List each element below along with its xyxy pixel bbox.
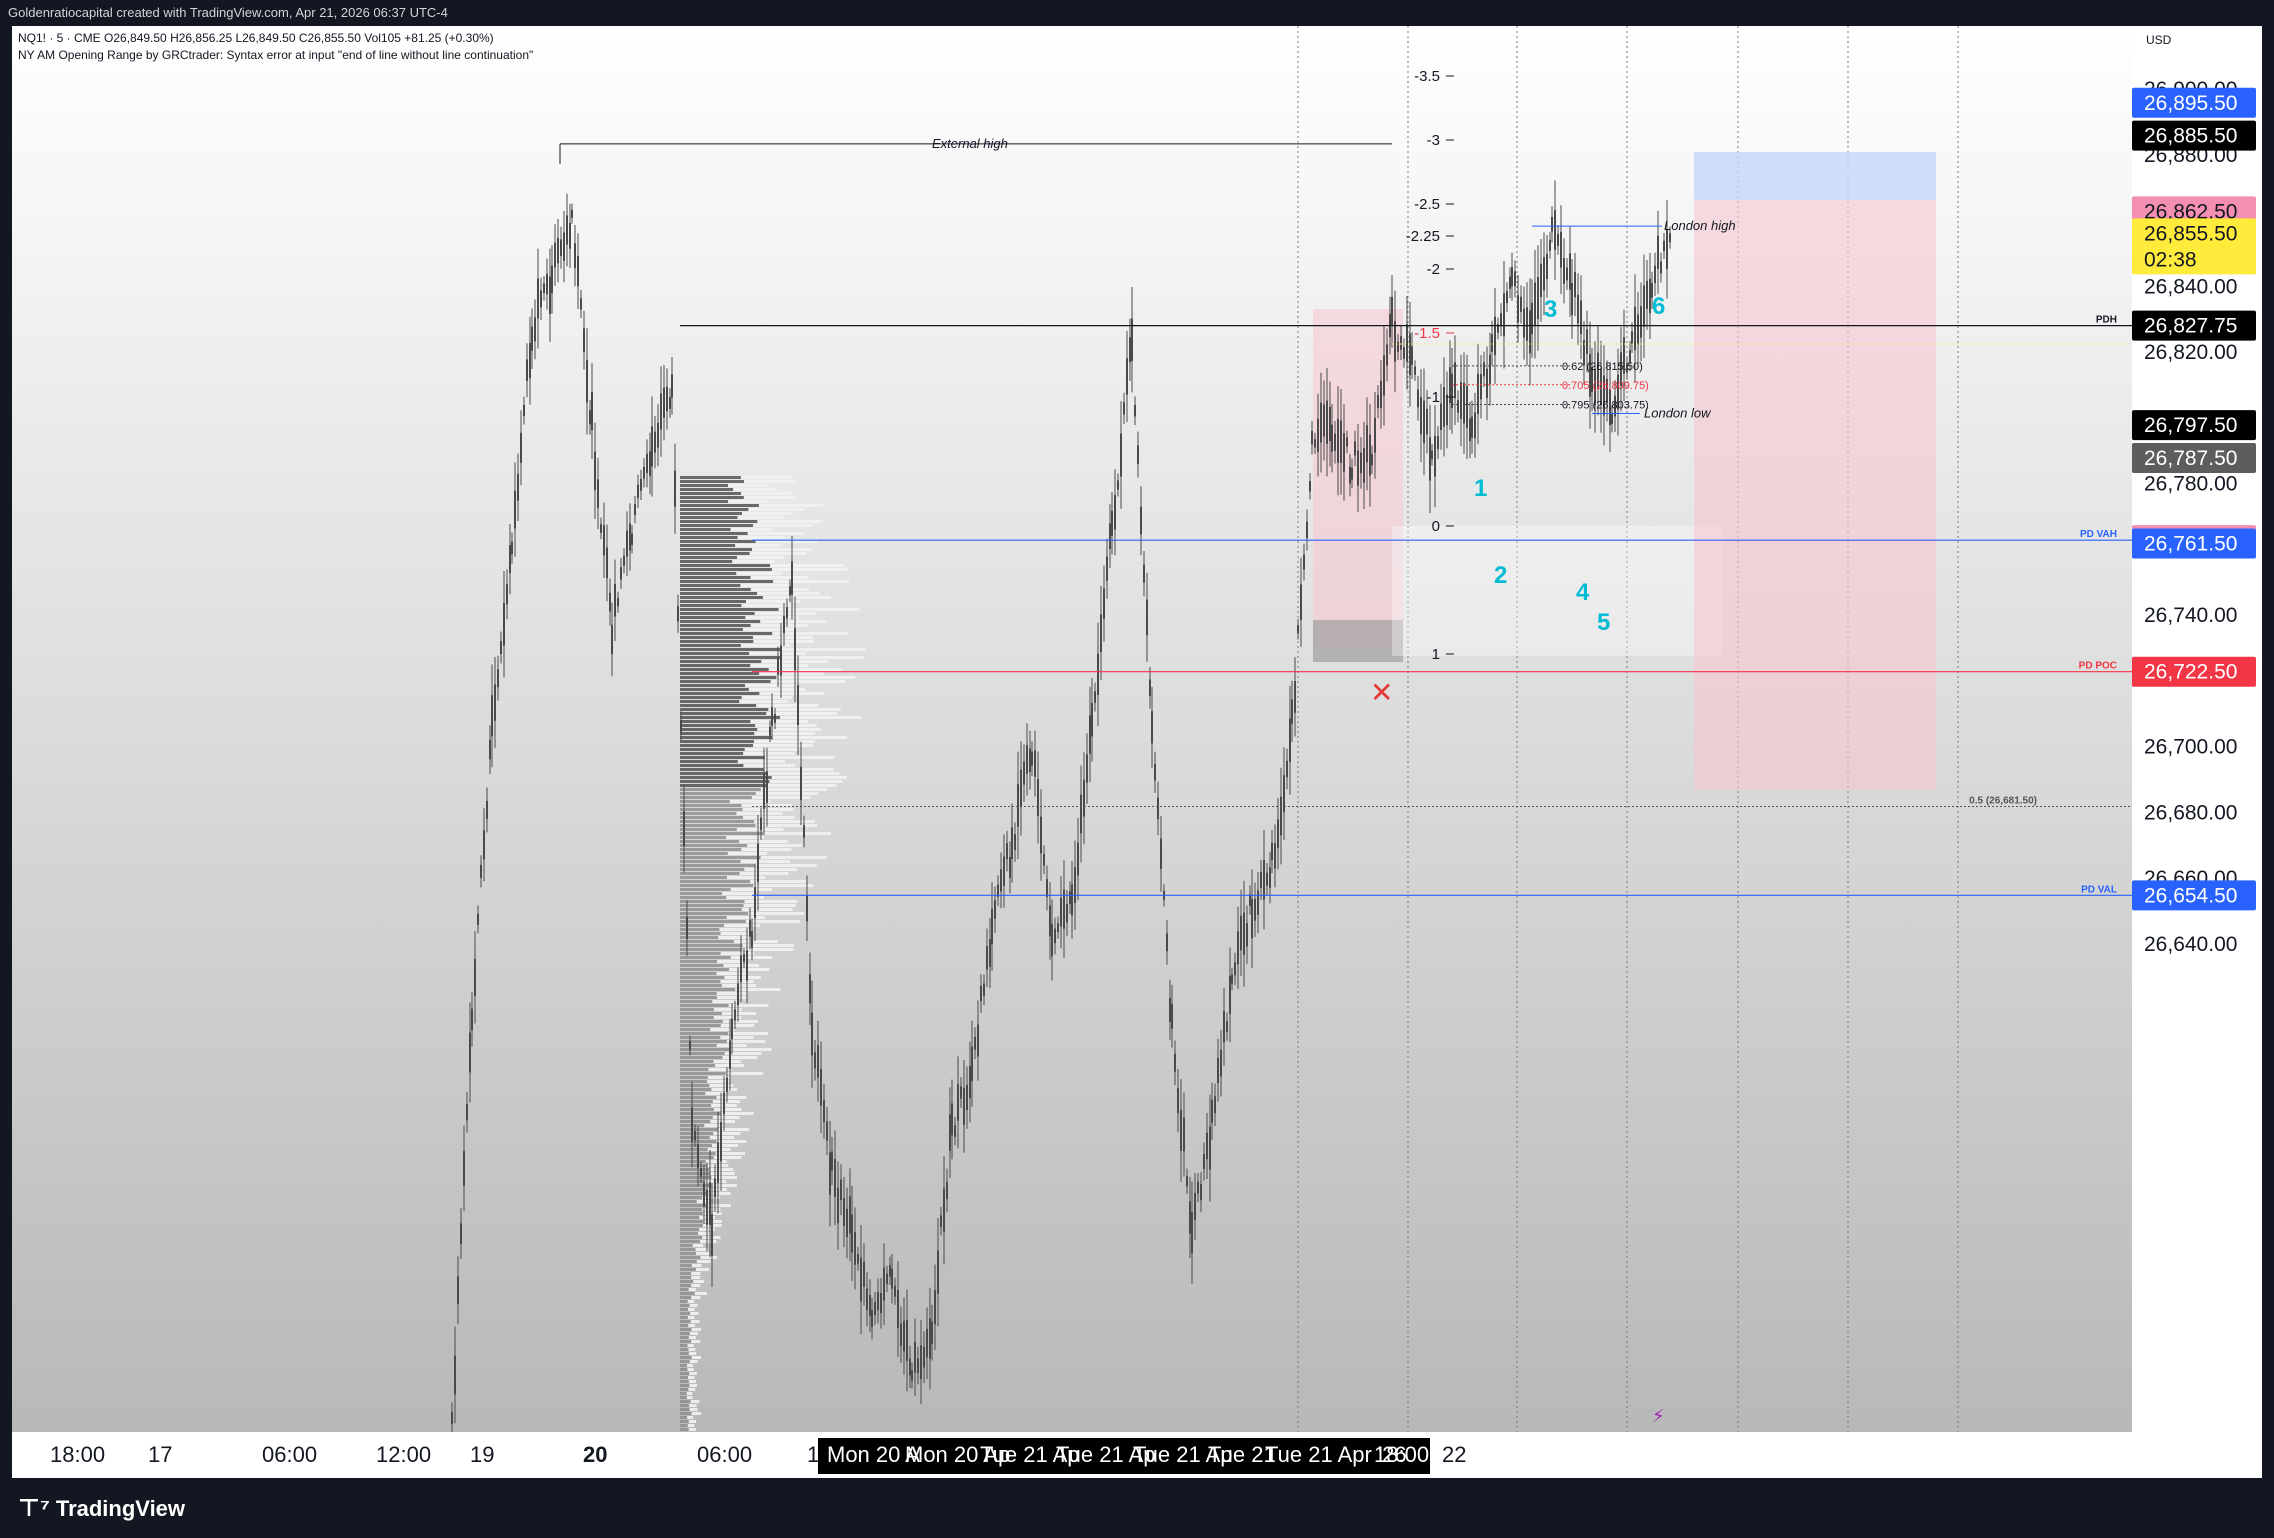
top-credit-bar: Goldenratiocapital created with TradingV… (0, 0, 2274, 26)
level-label-3: PD VAL (2081, 884, 2117, 895)
retracement-label-2: 0.795 (26,803.75) (1562, 400, 1649, 412)
chart-canvas[interactable]: PDH PD VAH PD POC PD VAL 0.5 (26,681.50) Exte… (12, 26, 2132, 1434)
time-axis[interactable]: 18:001706:0012:00192006:0012:0Mon 20 AMo… (12, 1432, 2262, 1478)
level-label-0: PDH (2096, 315, 2117, 326)
price-badge-5: 26,797.50 (2144, 414, 2237, 437)
invalidation-x-icon: ✕ (1370, 677, 1393, 708)
tradingview-logo-icon: ⊤⁷ (18, 1495, 50, 1522)
external-high-label: External high (932, 136, 1008, 151)
price-badge-4: 26,827.75 (2144, 315, 2237, 338)
tradingview-logo[interactable]: ⊤⁷ TradingView (18, 1494, 185, 1523)
target-zone-blue (1694, 152, 1936, 200)
tradingview-logo-text: TradingView (55, 1496, 186, 1521)
level-label-2: PD POC (2079, 661, 2117, 672)
time-tick-1: 17 (148, 1442, 172, 1467)
price-tick-5: 26,740.00 (2144, 604, 2237, 627)
fib-label-7: 0 (1432, 518, 1440, 535)
risk-zone-pink (1694, 200, 1936, 790)
retracement-label-0: 0.62 (26,815.50) (1562, 361, 1643, 373)
time-tick-dark-7: 18:00 (1374, 1442, 1429, 1467)
price-tick-3: 26,820.00 (2144, 341, 2237, 364)
price-badge-8: 26,761.50 (2144, 532, 2237, 555)
level-label-4: 0.5 (26,681.50) (1969, 796, 2037, 807)
price-badge-timer: 02:38 (2144, 248, 2197, 271)
time-tick-5: 20 (583, 1442, 607, 1467)
wave-label-5: 5 (1597, 609, 1610, 636)
london-high-label: London high (1664, 218, 1736, 233)
price-badge-3: 26,855.50 (2144, 222, 2237, 245)
fib-label-5: -1.5 (1414, 325, 1440, 342)
fib-label-2: -2.5 (1414, 196, 1440, 213)
symbol-legend: NQ1! · 5 · CME O26,849.50 H26,856.25 L26… (18, 30, 533, 64)
wave-label-1: 1 (1474, 475, 1487, 502)
alert-icon: ⚡ (1652, 1406, 1665, 1426)
time-tick-0: 18:00 (50, 1442, 105, 1467)
legend-indicator-error: NY AM Opening Range by GRCtrader: Syntax… (18, 48, 534, 62)
bottom-bar (0, 1478, 2274, 1538)
fib-label-3: -2.25 (1406, 228, 1440, 245)
legend-ohlc: NQ1! · 5 · CME O26,849.50 H26,856.25 L26… (18, 31, 494, 45)
fib-label-6: -1 (1427, 389, 1440, 406)
price-badge-9: 26,722.50 (2144, 661, 2237, 684)
wave-label-2: 2 (1494, 562, 1507, 589)
opening-range-box (1313, 620, 1403, 662)
level-label-1: PD VAH (2080, 529, 2117, 540)
price-badge-1: 26,885.50 (2144, 125, 2237, 148)
retracement-label-1: 0.705 (26,809.75) (1562, 380, 1649, 392)
price-badge-0: 26,895.50 (2144, 92, 2237, 115)
price-tick-6: 26,700.00 (2144, 736, 2237, 759)
time-tick-2: 06:00 (262, 1442, 317, 1467)
time-axis-canvas[interactable]: 18:001706:0012:00192006:0012:0Mon 20 AMo… (12, 1432, 2262, 1478)
fib-label-0: -3.5 (1414, 68, 1440, 85)
price-tick-7: 26,680.00 (2144, 801, 2237, 824)
credit-text: Goldenratiocapital created with TradingV… (8, 5, 448, 20)
wave-label-6: 6 (1652, 293, 1665, 320)
fib-label-8: 1 (1432, 646, 1440, 663)
price-badge-6: 26,787.50 (2144, 447, 2237, 470)
time-tick-3: 12:00 (376, 1442, 431, 1467)
price-tick-4: 26,780.00 (2144, 473, 2237, 496)
price-badge-10: 26,654.50 (2144, 884, 2237, 907)
price-tick-2: 26,840.00 (2144, 275, 2237, 298)
price-tick-9: 26,640.00 (2144, 933, 2237, 956)
time-tick-6: 06:00 (697, 1442, 752, 1467)
price-axis-canvas[interactable]: USD26,900.0026,880.0026,840.0026,820.002… (2132, 26, 2262, 1432)
wave-label-3: 3 (1544, 296, 1557, 323)
currency-label: USD (2146, 33, 2172, 47)
fib-label-1: -3 (1427, 132, 1440, 149)
london-low-label: London low (1644, 406, 1712, 421)
fib-label-4: -2 (1427, 261, 1440, 278)
time-tick-end: 22 (1442, 1442, 1466, 1467)
time-tick-4: 19 (470, 1442, 494, 1467)
wave-label-4: 4 (1576, 579, 1590, 606)
price-axis[interactable]: USD26,900.0026,880.0026,840.0026,820.002… (2132, 26, 2262, 1432)
chart-area[interactable]: PDH PD VAH PD POC PD VAL 0.5 (26,681.50) Exte… (12, 26, 2132, 1434)
fib-area (1392, 526, 1722, 656)
